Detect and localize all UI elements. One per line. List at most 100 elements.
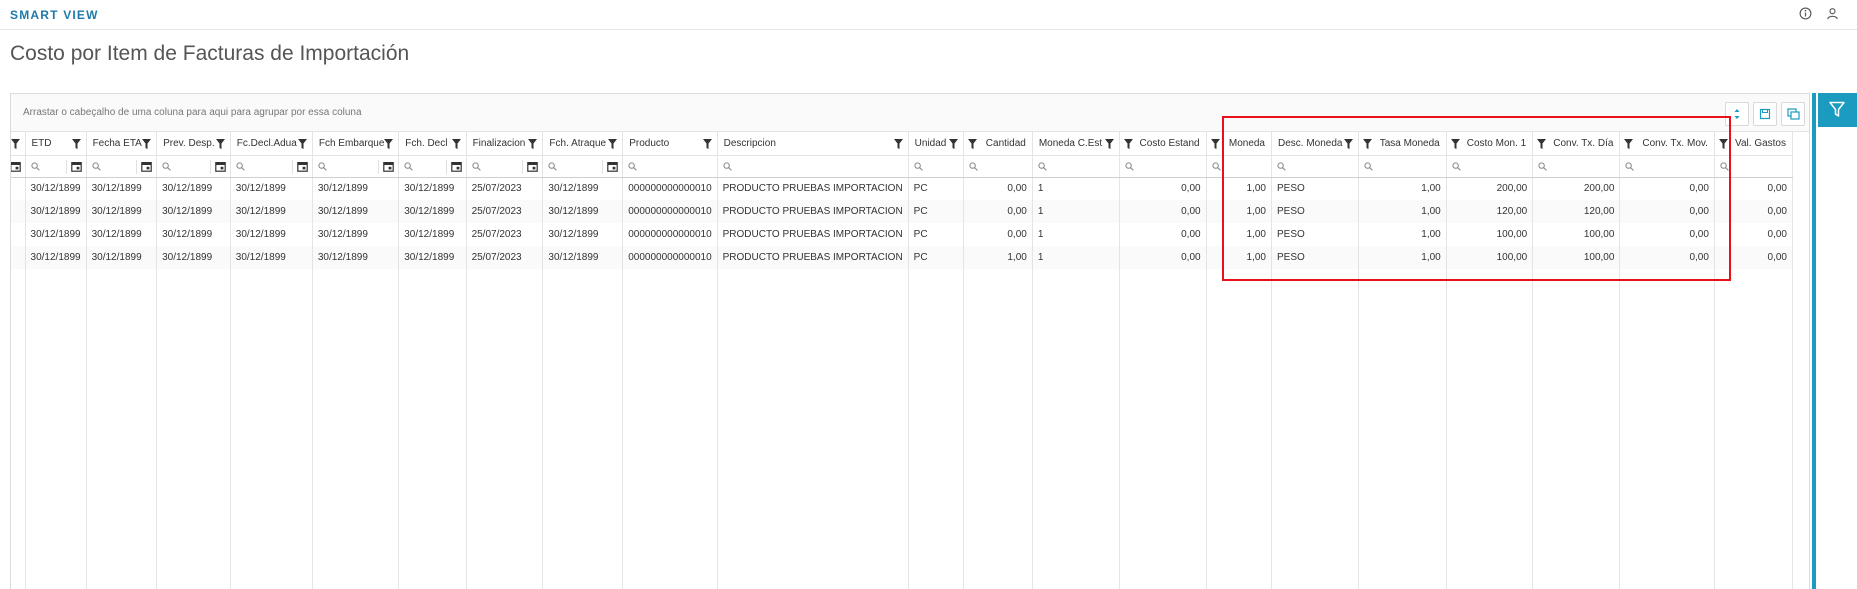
- column-filter-input[interactable]: [86, 155, 158, 178]
- column-header[interactable]: Cantidad: [963, 132, 1033, 156]
- column-filter-input[interactable]: [398, 155, 467, 178]
- column-filter-input[interactable]: [717, 155, 909, 178]
- column-filter-icon[interactable]: [1343, 139, 1353, 149]
- column-filter-input[interactable]: [1271, 155, 1359, 178]
- column-filter-icon[interactable]: [142, 139, 152, 149]
- calendar-icon[interactable]: [450, 161, 462, 172]
- column-header[interactable]: Descripcion: [717, 132, 909, 156]
- column-filter-icon[interactable]: [1450, 139, 1460, 149]
- column-filter-input[interactable]: [963, 155, 1033, 178]
- column-header[interactable]: Conv. Tx. Día: [1532, 132, 1621, 156]
- column-header[interactable]: Producto: [622, 132, 718, 156]
- table-row[interactable]: 30/12/1899 30/12/1899 30/12/1899 30/12/1899…: [11, 246, 1794, 269]
- table-cell: 30/12/1899: [25, 223, 87, 246]
- table-cell: PC: [908, 246, 965, 269]
- search-icon: [236, 161, 245, 171]
- column-filter-icon[interactable]: [215, 139, 225, 149]
- column-header[interactable]: Moneda: [1206, 132, 1273, 156]
- column-filter-input[interactable]: [1714, 155, 1794, 178]
- column-header[interactable]: Fc.Decl.Adua: [230, 132, 313, 156]
- table-cell: 200,00: [1532, 177, 1621, 200]
- column-filter-input[interactable]: [466, 155, 544, 178]
- column-header[interactable]: to: [11, 132, 26, 156]
- column-filter-input[interactable]: [1446, 155, 1534, 178]
- column-filter-input[interactable]: [542, 155, 624, 178]
- column-header[interactable]: Fch Embarque: [312, 132, 400, 156]
- column-header[interactable]: Moneda C.Est: [1032, 132, 1120, 156]
- calendar-icon[interactable]: [141, 161, 152, 172]
- column-filter-icon[interactable]: [1210, 139, 1220, 149]
- calendar-icon[interactable]: [607, 161, 619, 172]
- column-filter-icon[interactable]: [1624, 139, 1634, 149]
- column-header[interactable]: Conv. Tx. Mov.: [1619, 132, 1715, 156]
- column-filter-input[interactable]: [1532, 155, 1621, 178]
- column-filter-icon[interactable]: [1537, 139, 1547, 149]
- column-filter-input[interactable]: [1358, 155, 1447, 178]
- side-rail: [1812, 93, 1857, 589]
- column-filter-input[interactable]: [1119, 155, 1207, 178]
- column-filter-icon[interactable]: [1362, 139, 1372, 149]
- column-header[interactable]: ETD: [25, 132, 87, 156]
- column-header-label: Fecha ETA: [92, 137, 142, 149]
- column-header[interactable]: Fch. Atraque: [542, 132, 624, 156]
- group-by-panel[interactable]: Arrastar o cabeçalho de uma coluna para …: [11, 94, 1809, 132]
- column-filter-input[interactable]: [230, 155, 313, 178]
- calendar-icon[interactable]: [383, 161, 395, 172]
- table-cell: 1,00: [1358, 177, 1447, 200]
- column-header[interactable]: Costo Mon. 1: [1446, 132, 1534, 156]
- table-row[interactable]: 30/12/1899 30/12/1899 30/12/1899 30/12/1899…: [11, 177, 1794, 200]
- column-header[interactable]: Costo Estand: [1119, 132, 1207, 156]
- column-filter-icon[interactable]: [949, 139, 959, 149]
- column-header[interactable]: Fecha ETA: [86, 132, 158, 156]
- column-header-label: Desc. Moneda: [1278, 137, 1343, 149]
- table-cell: 100,00: [1532, 223, 1621, 246]
- table-cell: 25/07/2023: [466, 200, 544, 223]
- column-filter-input[interactable]: [908, 155, 965, 178]
- calendar-icon[interactable]: [214, 161, 226, 172]
- empty-cell: [156, 269, 231, 589]
- save-layout-button[interactable]: [1753, 102, 1777, 126]
- user-icon[interactable]: [1826, 7, 1840, 21]
- column-filter-icon[interactable]: [451, 139, 461, 149]
- column-filter-icon[interactable]: [893, 139, 903, 149]
- column-filter-input[interactable]: [312, 155, 400, 178]
- column-filter-input[interactable]: [1619, 155, 1715, 178]
- column-filter-input[interactable]: [1206, 155, 1273, 178]
- search-icon: [628, 161, 637, 171]
- column-filter-icon[interactable]: [968, 139, 978, 149]
- column-filter-icon[interactable]: [1123, 139, 1133, 149]
- column-filter-input[interactable]: [1032, 155, 1120, 178]
- table-row[interactable]: 30/12/1899 30/12/1899 30/12/1899 30/12/1899…: [11, 223, 1794, 246]
- filter-panel-button[interactable]: [1818, 93, 1857, 127]
- column-filter-icon[interactable]: [608, 139, 618, 149]
- column-filter-input[interactable]: [25, 155, 87, 178]
- column-filter-icon[interactable]: [71, 139, 81, 149]
- info-circle-icon[interactable]: [1799, 7, 1813, 21]
- column-filter-icon[interactable]: [1104, 139, 1114, 149]
- column-filter-input[interactable]: [156, 155, 231, 178]
- table-cell: [11, 246, 26, 269]
- column-header[interactable]: Finalizacion: [466, 132, 544, 156]
- export-button[interactable]: [1781, 102, 1805, 126]
- calendar-icon[interactable]: [11, 161, 21, 172]
- column-filter-icon[interactable]: [11, 139, 20, 149]
- column-filter-icon[interactable]: [297, 139, 307, 149]
- column-header[interactable]: Fch. Decl: [398, 132, 467, 156]
- table-cell: 1,00: [1358, 246, 1447, 269]
- column-chooser-button[interactable]: [1725, 102, 1749, 126]
- column-filter-icon[interactable]: [384, 139, 394, 149]
- column-filter-icon[interactable]: [1718, 139, 1728, 149]
- column-header[interactable]: Prev. Desp.: [156, 132, 231, 156]
- column-header[interactable]: Val. Gastos: [1714, 132, 1794, 156]
- column-filter-input[interactable]: [11, 155, 26, 178]
- calendar-icon[interactable]: [297, 161, 308, 172]
- calendar-icon[interactable]: [527, 161, 539, 172]
- column-filter-icon[interactable]: [702, 139, 712, 149]
- column-header[interactable]: Desc. Moneda: [1271, 132, 1359, 156]
- table-row[interactable]: 30/12/1899 30/12/1899 30/12/1899 30/12/1899…: [11, 200, 1794, 223]
- column-filter-icon[interactable]: [528, 139, 538, 149]
- column-header[interactable]: Unidad: [908, 132, 965, 156]
- calendar-icon[interactable]: [70, 161, 82, 172]
- column-header[interactable]: Tasa Moneda: [1358, 132, 1447, 156]
- column-filter-input[interactable]: [622, 155, 718, 178]
